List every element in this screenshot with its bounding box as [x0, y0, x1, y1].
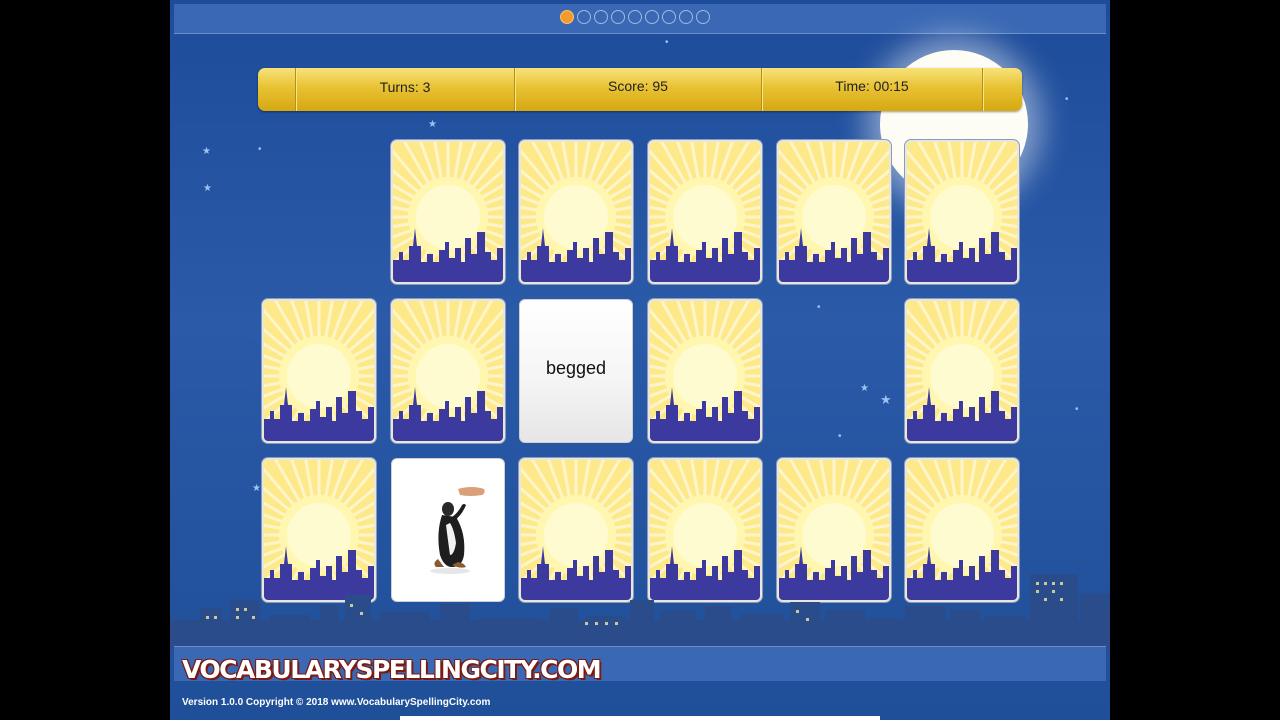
memory-card-facedown[interactable] — [648, 140, 762, 284]
bottom-strip — [400, 716, 880, 720]
progress-dot — [611, 10, 625, 24]
memory-card-facedown[interactable] — [519, 140, 633, 284]
memory-card-facedown[interactable] — [905, 140, 1019, 284]
game-area: ★ ★ ★ • • • ★ ★ • • ★ • Turns: 3 Score: … — [170, 0, 1110, 720]
star-icon: ★ — [860, 383, 869, 394]
version-text: Version 1.0.0 Copyright © 2018 www.Vocab… — [182, 697, 491, 708]
star-icon: ★ — [202, 146, 211, 157]
memory-card-facedown[interactable] — [905, 299, 1019, 443]
progress-dot — [577, 10, 591, 24]
progress-dot — [645, 10, 659, 24]
score-bar: Turns: 3 Score: 95 Time: 00:15 — [258, 68, 1022, 111]
top-bar — [174, 4, 1106, 34]
star-icon: • — [665, 37, 669, 48]
site-logo[interactable]: VOCABULARYSPELLINGCITY.COM — [182, 655, 602, 684]
progress-dot — [560, 10, 574, 24]
star-icon: • — [1065, 94, 1069, 105]
memory-card-word[interactable]: begged — [519, 299, 633, 443]
memory-card-facedown[interactable] — [391, 140, 505, 284]
memory-card-facedown[interactable] — [648, 299, 762, 443]
progress-dot — [662, 10, 676, 24]
card-word: begged — [545, 358, 607, 378]
star-icon: ★ — [252, 483, 261, 494]
star-icon: ★ — [880, 392, 892, 407]
memory-card-facedown[interactable] — [391, 299, 505, 443]
progress-dots — [560, 10, 710, 24]
city-skyline — [170, 574, 1110, 650]
memory-card-facedown[interactable] — [262, 299, 376, 443]
star-icon: • — [838, 431, 842, 442]
turns-counter: Turns: 3 — [379, 79, 431, 95]
score-display: Score: 95 — [608, 78, 668, 94]
score-bar-divider — [982, 68, 983, 111]
progress-dot — [628, 10, 642, 24]
progress-dot — [696, 10, 710, 24]
star-icon: • — [1075, 404, 1079, 415]
timer-display: Time: 00:15 — [835, 78, 909, 94]
progress-dot — [594, 10, 608, 24]
star-icon: ★ — [428, 119, 437, 130]
star-icon: ★ — [203, 183, 212, 194]
star-icon: • — [817, 302, 821, 313]
star-icon: • — [258, 144, 262, 155]
progress-dot — [679, 10, 693, 24]
memory-card-facedown[interactable] — [777, 140, 891, 284]
